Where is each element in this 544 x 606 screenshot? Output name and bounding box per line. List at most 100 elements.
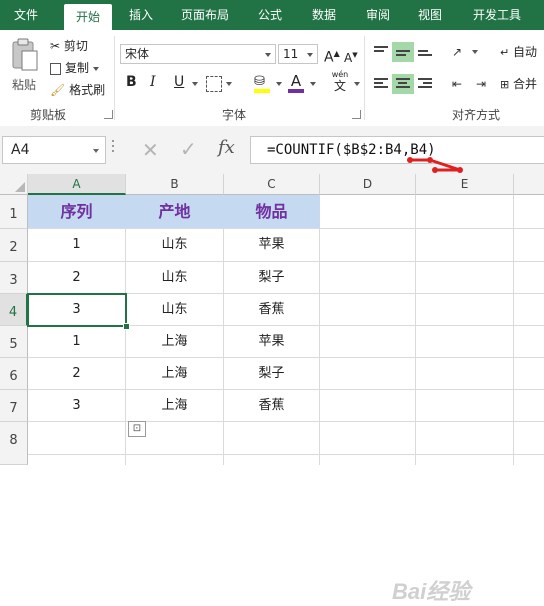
row-header-8[interactable]: 8	[0, 422, 28, 465]
format-painter-label: 格式刷	[69, 83, 106, 97]
chevron-down-icon[interactable]	[310, 82, 316, 86]
cell-a3[interactable]: 2	[28, 262, 125, 293]
shrink-font-icon: A	[344, 51, 353, 65]
cell-a2[interactable]: 1	[28, 229, 125, 261]
grow-font-button[interactable]: A▲	[324, 46, 340, 66]
insert-function-icon[interactable]: fx	[218, 137, 235, 158]
align-top-button[interactable]	[370, 42, 392, 62]
paste-label: 粘贴	[12, 78, 37, 92]
active-cell-outline[interactable]	[27, 293, 127, 327]
column-header-c[interactable]: C	[224, 174, 320, 195]
column-header-d[interactable]: D	[320, 174, 416, 195]
cell-b1[interactable]: 产地	[126, 195, 223, 228]
tab-insert[interactable]: 插入	[118, 0, 164, 30]
formula-input[interactable]: =COUNTIF($B$2:B4,B4)	[250, 136, 544, 164]
enter-icon[interactable]: ✓	[180, 137, 197, 161]
font-name-combo[interactable]: 宋体	[120, 44, 276, 64]
cell-c3[interactable]: 梨子	[224, 262, 319, 293]
borders-icon[interactable]	[206, 76, 222, 92]
paste-options-icon[interactable]: ⊡	[128, 421, 146, 437]
chevron-down-icon[interactable]	[226, 82, 232, 86]
cell-c1[interactable]: 物品	[224, 195, 319, 228]
copy-button[interactable]: 复制	[50, 60, 100, 76]
row-header-4[interactable]: 4	[0, 294, 28, 326]
cell-c7[interactable]: 香蕉	[224, 390, 319, 421]
fill-color-button[interactable]: ⛁	[254, 74, 272, 94]
chevron-down-icon	[265, 53, 271, 57]
cancel-icon[interactable]: ✕	[142, 138, 159, 162]
cell-b3[interactable]: 山东	[126, 262, 223, 293]
column-header-f[interactable]	[514, 174, 544, 195]
tab-page-layout[interactable]: 页面布局	[172, 0, 238, 30]
column-header-b[interactable]: B	[126, 174, 224, 195]
tab-formulas[interactable]: 公式	[248, 0, 292, 30]
cell-a1[interactable]: 序列	[28, 195, 125, 228]
phonetic-guide-button[interactable]: wén 文	[330, 70, 350, 94]
align-left-button[interactable]	[370, 74, 392, 94]
resize-handle[interactable]	[112, 140, 115, 160]
font-size-combo[interactable]: 11	[278, 44, 318, 64]
select-all-corner[interactable]	[0, 174, 28, 195]
cell-c2[interactable]: 苹果	[224, 229, 319, 261]
column-header-e[interactable]: E	[416, 174, 514, 195]
shrink-font-button[interactable]: A▼	[344, 47, 358, 66]
worksheet-grid[interactable]: A B C D E 1 2 3 4 5 6 7 8 序列 产地 物品 1 山东 …	[0, 174, 544, 604]
bold-button[interactable]: B	[126, 74, 137, 90]
row-header-2[interactable]: 2	[0, 229, 28, 262]
cell-b7[interactable]: 上海	[126, 390, 223, 421]
cell-c5[interactable]: 苹果	[224, 326, 319, 357]
cell-a6[interactable]: 2	[28, 358, 125, 389]
format-painter-button[interactable]: 🖌 格式刷	[50, 82, 105, 98]
align-bottom-button[interactable]	[414, 42, 436, 62]
cell-c6[interactable]: 梨子	[224, 358, 319, 389]
name-box-value: A4	[11, 142, 30, 158]
cell-b5[interactable]: 上海	[126, 326, 223, 357]
chevron-down-icon[interactable]	[276, 82, 282, 86]
cut-button[interactable]: ✂ 剪切	[50, 38, 88, 54]
align-right-button[interactable]	[414, 74, 436, 94]
merge-center-button[interactable]: ⊞ 合并	[500, 76, 537, 93]
tab-data[interactable]: 数据	[302, 0, 346, 30]
dialog-launcher-icon[interactable]	[104, 110, 113, 119]
tab-file[interactable]: 文件	[0, 0, 52, 30]
row-header-3[interactable]: 3	[0, 262, 28, 294]
chevron-down-icon[interactable]	[192, 82, 198, 86]
column-header-a[interactable]: A	[28, 174, 126, 195]
cell-c4[interactable]: 香蕉	[224, 294, 319, 325]
name-box[interactable]: A4	[2, 136, 106, 164]
group-divider	[114, 36, 115, 120]
paste-button[interactable]: 粘贴	[6, 38, 46, 98]
tab-developer[interactable]: 开发工具	[462, 0, 532, 30]
ribbon: 粘贴 ✂ 剪切 复制 🖌 格式刷 剪贴板 宋体 11 A▲ A▼ B I U ⛁…	[0, 30, 544, 127]
cell-a5[interactable]: 1	[28, 326, 125, 357]
chevron-down-icon[interactable]	[472, 50, 478, 54]
chevron-down-icon[interactable]	[93, 66, 100, 71]
align-right-icon	[418, 78, 432, 90]
row-header-1[interactable]: 1	[0, 195, 28, 229]
tab-home[interactable]: 开始	[64, 4, 112, 30]
fill-handle[interactable]	[123, 323, 130, 330]
tab-review[interactable]: 审阅	[356, 0, 400, 30]
cell-a7[interactable]: 3	[28, 390, 125, 421]
row-header-6[interactable]: 6	[0, 358, 28, 390]
tab-view[interactable]: 视图	[408, 0, 452, 30]
chevron-down-icon[interactable]	[354, 82, 360, 86]
dialog-launcher-icon[interactable]	[352, 110, 361, 119]
wrap-text-icon: ↵	[500, 46, 510, 59]
increase-indent-button[interactable]: ⇥	[470, 74, 492, 94]
cell-b4[interactable]: 山东	[126, 294, 223, 325]
cell-b2[interactable]: 山东	[126, 229, 223, 261]
decrease-indent-button[interactable]: ⇤	[446, 74, 468, 94]
orientation-button[interactable]: ↗	[446, 42, 468, 62]
italic-button[interactable]: I	[150, 74, 156, 90]
align-center-button[interactable]	[392, 74, 414, 94]
wrap-text-label: 自动	[513, 45, 538, 59]
wrap-text-button[interactable]: ↵ 自动	[500, 44, 537, 61]
row-header-5[interactable]: 5	[0, 326, 28, 358]
row-header-7[interactable]: 7	[0, 390, 28, 422]
underline-button[interactable]: U	[174, 74, 184, 90]
font-color-button[interactable]: A	[288, 72, 304, 94]
cell-b6[interactable]: 上海	[126, 358, 223, 389]
align-middle-button[interactable]	[392, 42, 414, 62]
align-left-icon	[374, 78, 388, 90]
